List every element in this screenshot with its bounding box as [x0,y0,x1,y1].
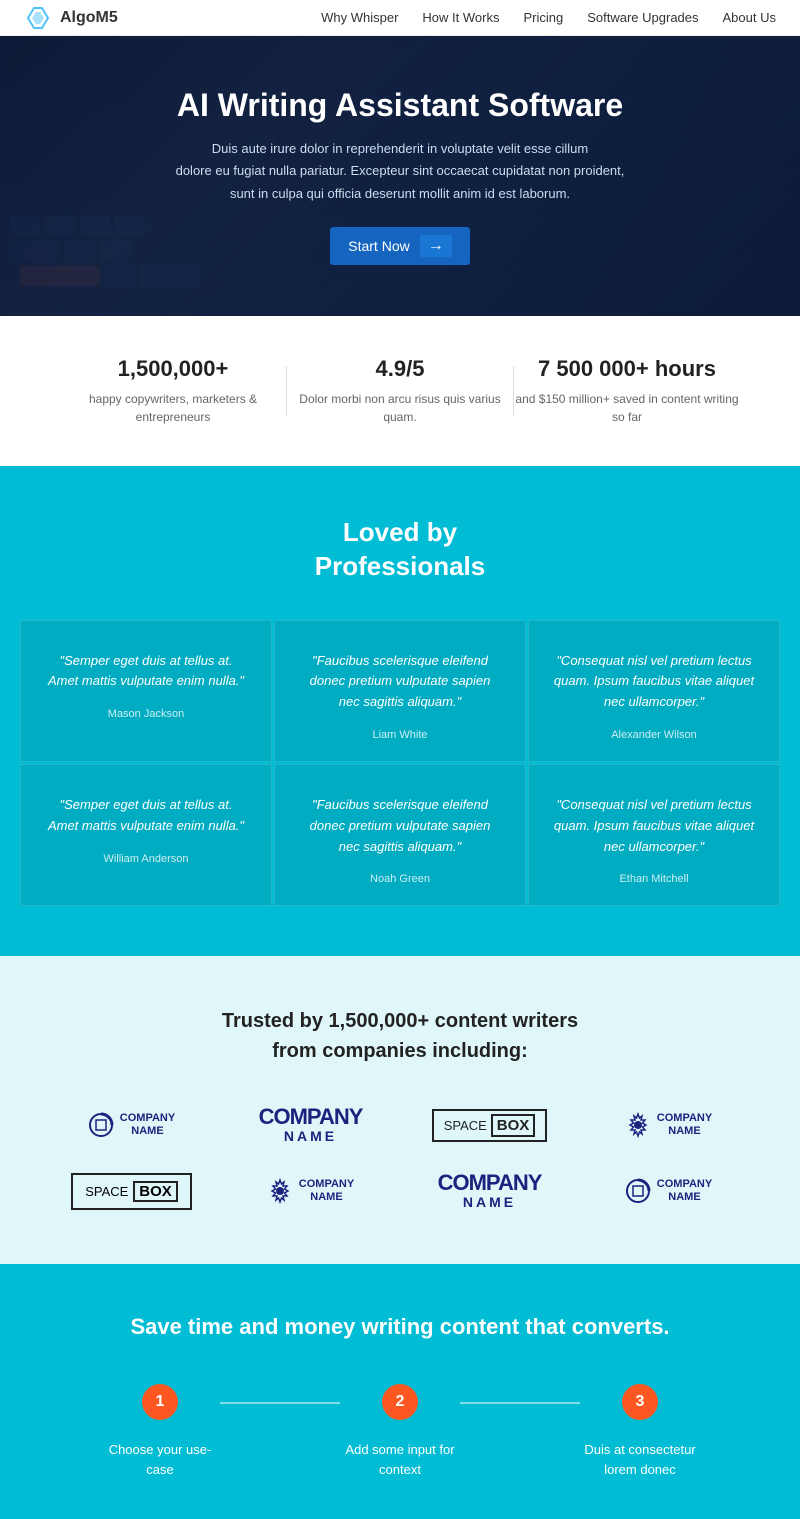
testimonial-author-4: William Anderson [45,853,247,865]
logos-grid: COMPANY NAME COMPANY NAME SPACE BOX [50,1102,750,1214]
stat-item-1: 1,500,000+ happy copywriters, marketers … [60,356,286,426]
how-title: Save time and money writing content that… [40,1314,760,1340]
testimonial-author-2: Liam White [299,729,501,741]
cta-arrow-icon: → [420,235,452,257]
logo-text: AlgoM5 [60,9,118,27]
step-circle-3: 3 [622,1384,658,1420]
logo-circular-2: COMPANY NAME [625,1178,712,1204]
navbar: AlgoM5 Why Whisper How It Works Pricing … [0,0,800,36]
testimonial-text-6: "Consequat nisl vel pretium lectus quam.… [553,795,755,857]
testimonial-author-3: Alexander Wilson [553,729,755,741]
logo-circle-icon-2 [625,1178,651,1204]
logo-icon [24,4,52,32]
testimonial-card-2: "Faucibus scelerisque eleifend donec pre… [274,620,526,762]
logo-gear-icon-1 [625,1112,651,1138]
logo-gear-icon-2 [267,1178,293,1204]
logo-spacebox-2: SPACE BOX [71,1173,192,1210]
hero-content: AI Writing Assistant Software Duis aute … [116,87,685,264]
testimonial-author-6: Ethan Mitchell [553,873,755,885]
testimonial-text-4: "Semper eget duis at tellus at. Amet mat… [45,795,247,837]
stat-desc-2: Dolor morbi non arcu risus quis varius q… [287,390,513,426]
how-section: Save time and money writing content that… [0,1264,800,1519]
stat-number-2: 4.9/5 [287,356,513,382]
logo-spacebox-1: SPACE BOX [432,1109,548,1142]
logo-item-1: COMPANY NAME [59,1102,204,1148]
testimonial-author-1: Mason Jackson [45,708,247,720]
testimonials-grid: "Semper eget duis at tellus at. Amet mat… [20,620,780,907]
step-label-3: Duis at consectetur lorem donec [580,1440,700,1479]
logo-item-7: COMPANY NAME [417,1168,562,1214]
logo-text-large-2: COMPANY NAME [438,1172,542,1210]
stat-number-3: 7 500 000+ hours [514,356,740,382]
testimonial-card-3: "Consequat nisl vel pretium lectus quam.… [528,620,780,762]
stat-item-2: 4.9/5 Dolor morbi non arcu risus quis va… [287,356,513,426]
logo-item-6: COMPANY NAME [238,1168,383,1214]
logo[interactable]: AlgoM5 [24,4,118,32]
testimonial-text-3: "Consequat nisl vel pretium lectus quam.… [553,651,755,713]
testimonial-card-1: "Semper eget duis at tellus at. Amet mat… [20,620,272,762]
step-label-2: Add some input for context [340,1440,460,1479]
step-item-2: 2 Add some input for context [340,1384,460,1479]
trusted-section: Trusted by 1,500,000+ content writersfro… [0,956,800,1264]
trusted-title: Trusted by 1,500,000+ content writersfro… [40,1006,760,1066]
stats-section: 1,500,000+ happy copywriters, marketers … [0,316,800,466]
testimonial-card-6: "Consequat nisl vel pretium lectus quam.… [528,764,780,906]
step-item-1: 1 Choose your use-case [100,1384,220,1479]
testimonial-card-5: "Faucibus scelerisque eleifend donec pre… [274,764,526,906]
nav-links: Why Whisper How It Works Pricing Softwar… [321,10,776,25]
testimonials-title: Loved byProfessionals [20,516,780,584]
stat-desc-1: happy copywriters, marketers & entrepren… [60,390,286,426]
hero-section: AI Writing Assistant Software Duis aute … [0,36,800,316]
logo-item-2: COMPANY NAME [238,1102,383,1148]
logo-item-8: COMPANY NAME [596,1168,741,1214]
stat-number-1: 1,500,000+ [60,356,286,382]
logo-gear-2: COMPANY NAME [267,1178,354,1204]
step-circle-2: 2 [382,1384,418,1420]
nav-why-whisper[interactable]: Why Whisper [321,10,398,25]
logo-item-5: SPACE BOX [59,1168,204,1214]
logo-circle-icon-1 [88,1112,114,1138]
steps-row: 1 Choose your use-case 2 Add some input … [100,1384,700,1479]
step-connector-2 [460,1402,580,1404]
step-item-3: 3 Duis at consectetur lorem donec [580,1384,700,1479]
step-circle-1: 1 [142,1384,178,1420]
nav-pricing[interactable]: Pricing [523,10,563,25]
logo-text-large-1: COMPANY NAME [259,1106,363,1144]
testimonial-text-1: "Semper eget duis at tellus at. Amet mat… [45,651,247,693]
logo-item-3: SPACE BOX [417,1102,562,1148]
stat-item-3: 7 500 000+ hours and $150 million+ saved… [514,356,740,426]
testimonial-card-4: "Semper eget duis at tellus at. Amet mat… [20,764,272,906]
nav-how-it-works[interactable]: How It Works [422,10,499,25]
stat-desc-3: and $150 million+ saved in content writi… [514,390,740,426]
nav-about-us[interactable]: About Us [723,10,776,25]
step-connector-1 [220,1402,340,1404]
nav-software-upgrades[interactable]: Software Upgrades [587,10,698,25]
testimonial-text-2: "Faucibus scelerisque eleifend donec pre… [299,651,501,713]
hero-title: AI Writing Assistant Software [176,87,625,124]
cta-button[interactable]: Start Now → [330,227,469,265]
step-label-1: Choose your use-case [100,1440,220,1479]
testimonial-text-5: "Faucibus scelerisque eleifend donec pre… [299,795,501,857]
hero-subtitle: Duis aute irure dolor in reprehenderit i… [176,138,625,204]
testimonial-author-5: Noah Green [299,873,501,885]
logo-gear-1: COMPANY NAME [625,1112,712,1138]
testimonials-section: Loved byProfessionals "Semper eget duis … [0,466,800,956]
logo-item-4: COMPANY NAME [596,1102,741,1148]
logo-circular-1: COMPANY NAME [88,1112,175,1138]
